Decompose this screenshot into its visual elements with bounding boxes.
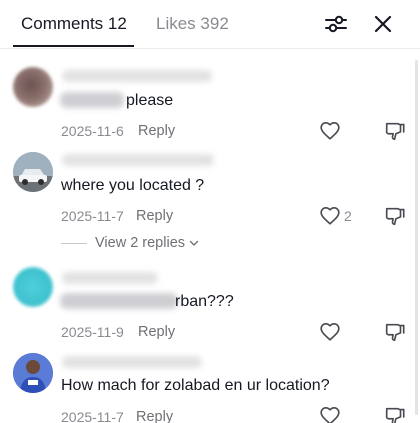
person-photo-icon bbox=[13, 353, 53, 393]
scrollbar[interactable] bbox=[415, 60, 418, 415]
heart-icon bbox=[320, 407, 340, 423]
like-button[interactable] bbox=[319, 405, 341, 423]
avatar[interactable] bbox=[13, 353, 53, 393]
comment-text: How mach for zolabad en ur location? bbox=[61, 377, 330, 394]
comments-panel: Comments 12 Likes 392 please 2025-11-6 R… bbox=[0, 0, 420, 423]
reply-button[interactable]: Reply bbox=[136, 408, 173, 423]
comment-item: How mach for zolabad en ur location? 202… bbox=[0, 0, 420, 423]
username-redacted bbox=[62, 356, 202, 368]
comment-date: 2025-11-7 bbox=[61, 409, 124, 423]
dislike-button[interactable] bbox=[384, 405, 406, 423]
thumbs-down-icon bbox=[385, 407, 405, 423]
